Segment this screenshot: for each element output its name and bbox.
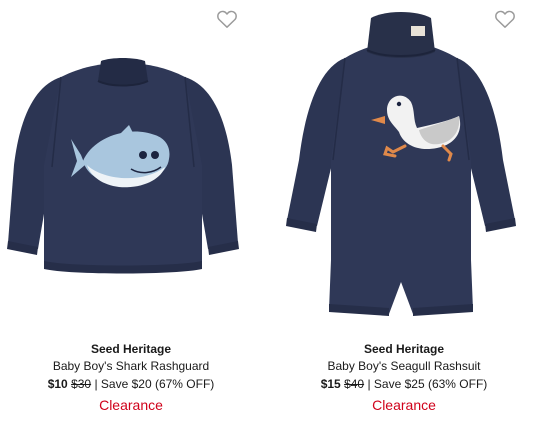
brand-name: Seed Heritage: [90, 342, 172, 356]
heart-outline-icon: [217, 10, 237, 28]
favorite-button[interactable]: [216, 9, 238, 29]
seagull-rashsuit-image[interactable]: [270, 0, 538, 330]
clearance-badge: Clearance: [99, 397, 163, 413]
sale-price: $15: [320, 377, 341, 391]
product-name-link[interactable]: Baby Boy's Seagull Rashsuit: [270, 358, 538, 376]
shark-rashguard-illustration: [7, 58, 239, 274]
sale-price: $10: [47, 377, 68, 391]
price-line: $10 $30 | Save $20 (67% OFF): [0, 376, 262, 396]
product-info: Seed Heritage Baby Boy's Seagull Rashsui…: [270, 341, 538, 414]
product-grid: Seed Heritage Baby Boy's Shark Rashguard…: [0, 0, 538, 434]
original-price: $30: [71, 377, 92, 391]
seagull-rashsuit-illustration: [286, 12, 516, 316]
shark-rashguard-image[interactable]: [0, 0, 262, 330]
price-separator: |: [367, 377, 371, 391]
original-price: $40: [344, 377, 365, 391]
product-card[interactable]: Seed Heritage Baby Boy's Seagull Rashsui…: [270, 0, 538, 434]
favorite-button[interactable]: [494, 9, 516, 29]
savings-text: Save $25 (63% OFF): [373, 377, 488, 391]
product-name-link[interactable]: Baby Boy's Shark Rashguard: [0, 358, 262, 376]
product-card[interactable]: Seed Heritage Baby Boy's Shark Rashguard…: [0, 0, 262, 434]
clearance-badge: Clearance: [372, 397, 436, 413]
product-info: Seed Heritage Baby Boy's Shark Rashguard…: [0, 341, 262, 414]
brand-name: Seed Heritage: [363, 342, 445, 356]
price-separator: |: [94, 377, 98, 391]
savings-text: Save $20 (67% OFF): [100, 377, 215, 391]
price-line: $15 $40 | Save $25 (63% OFF): [270, 376, 538, 396]
heart-outline-icon: [495, 10, 515, 28]
